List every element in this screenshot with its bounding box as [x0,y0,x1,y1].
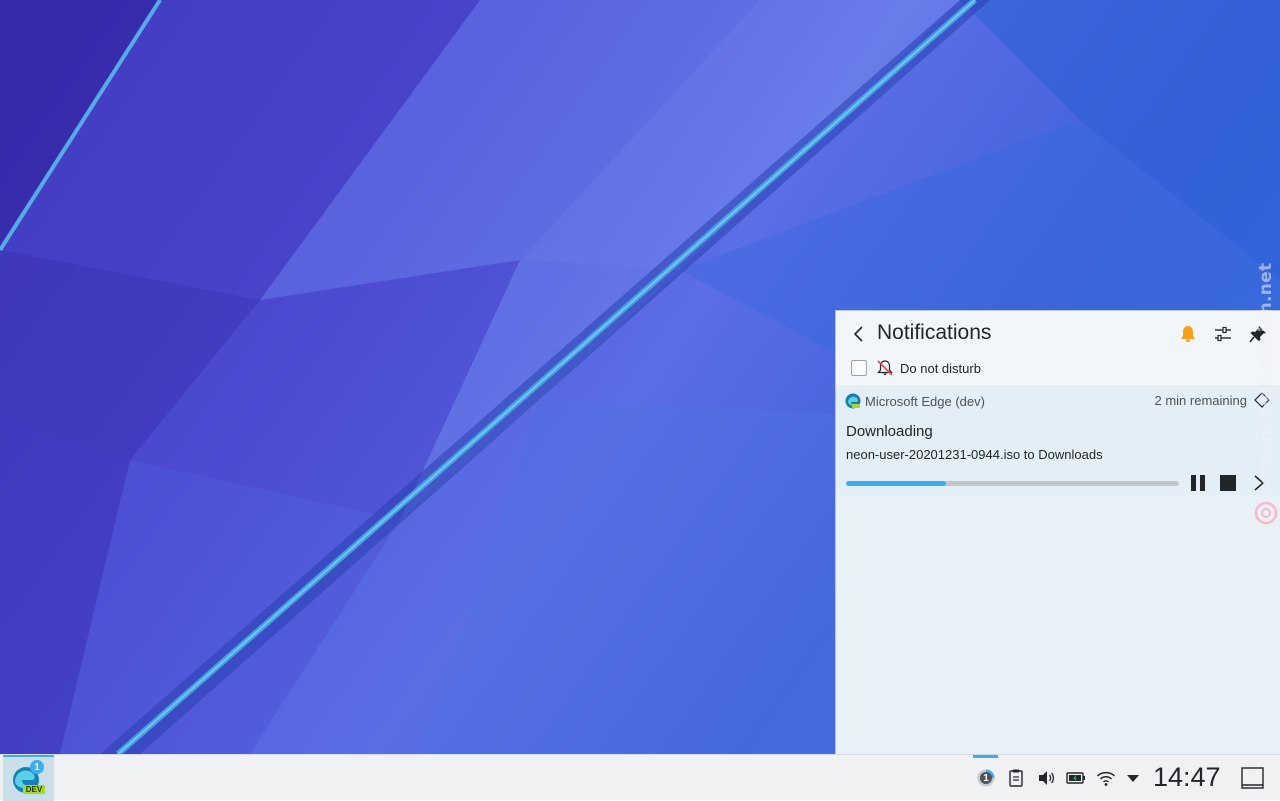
notifications-bell-button[interactable] [1176,322,1200,346]
notification-body: neon-user-20201231-0944.iso to Downloads [846,447,1103,462]
show-desktop-button[interactable] [1240,766,1265,790]
bell-muted-icon [876,359,894,377]
notification-app-row: Microsoft Edge (dev) 2 min remaining [845,392,1270,410]
download-job-count: 1 [983,772,989,784]
do-not-disturb-label: Do not disturb [900,360,981,376]
expand-tray-icon [1127,775,1139,782]
volume-icon [1039,771,1055,785]
wifi-icon [1097,771,1115,786]
task-item-edge[interactable]: 1 DEV [3,755,54,801]
notification-settings-button[interactable] [1211,322,1235,346]
notification-title: Downloading [846,423,933,440]
expand-tray-button[interactable] [1123,768,1143,788]
tray-active-indicator [973,755,998,758]
volume-tray-button[interactable] [1036,768,1056,788]
chevron-left-icon [853,326,863,342]
settings-sliders-icon [1215,326,1231,342]
stop-icon[interactable] [1219,474,1237,492]
network-tray-button[interactable] [1096,768,1116,788]
download-progress-tray-button[interactable]: 1 [976,768,996,788]
notification-item: Microsoft Edge (dev) 2 min remaining Dow… [836,385,1280,495]
battery-tray-button[interactable] [1066,768,1086,788]
watermark-logo-icon [1254,501,1278,525]
download-progress-bar [846,481,1179,486]
back-button[interactable] [848,323,870,345]
taskbar: 1 DEV 1 14:47 [0,754,1280,801]
notifications-header: Notifications Do not disturb [836,311,1280,386]
notifications-title: Notifications [877,321,992,344]
pause-icon[interactable] [1188,474,1208,492]
watermark: screenshots.debian.net [1252,263,1280,525]
edge-dev-icon [845,393,861,409]
clipboard-icon [1009,769,1023,787]
do-not-disturb-checkbox[interactable] [851,360,867,376]
digital-clock[interactable]: 14:47 [1153,762,1221,793]
task-dev-tag: DEV [23,785,45,794]
bell-icon [1181,326,1195,342]
download-progress-fill [846,481,946,486]
watermark-text: screenshots.debian.net [1256,262,1276,495]
do-not-disturb-toggle[interactable]: Do not disturb [851,358,981,378]
notification-time-remaining: 2 min remaining [1154,393,1248,408]
task-badge: 1 [30,760,44,774]
notifications-popup: Notifications Do not disturb Microsoft E… [835,310,1280,754]
clipboard-tray-button[interactable] [1006,768,1026,788]
notification-app-name: Microsoft Edge (dev) [865,393,985,409]
battery-icon [1066,772,1085,784]
